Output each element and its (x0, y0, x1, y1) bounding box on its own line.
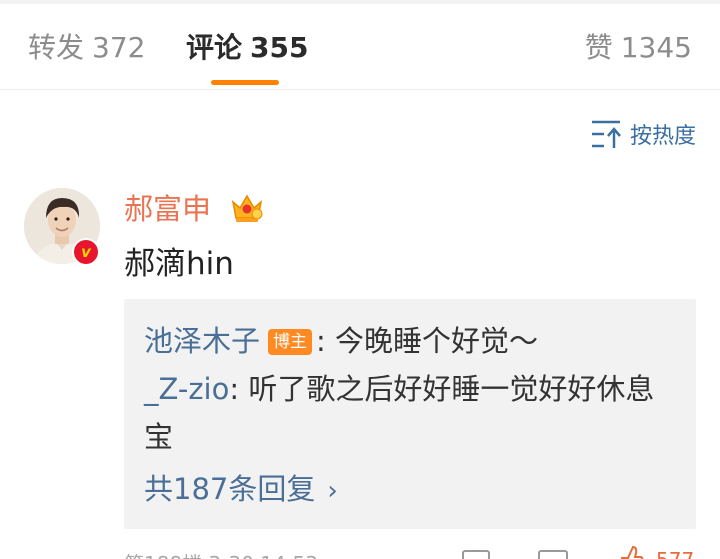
like-count: 577 (656, 548, 694, 559)
tab-repost[interactable]: 转发 372 (28, 30, 145, 66)
replies-box[interactable]: 池泽木子 博主: 今晚睡个好觉～ _Z-zio: 听了歌之后好好睡一觉好好休息宝 … (124, 299, 696, 529)
more-replies-link[interactable]: 共187条回复 › (144, 469, 676, 511)
comment-footer: 第188楼 3-30 14:53 577 (0, 540, 720, 559)
comment-username[interactable]: 郝富申 (124, 190, 211, 228)
reply-text: 今晚睡个好觉～ (335, 324, 539, 358)
crown-icon (231, 194, 263, 222)
tab-comments-label: 评论 (186, 31, 243, 64)
reply-separator: : (229, 372, 249, 406)
verified-badge-letter: v (74, 240, 98, 264)
tab-comments[interactable]: 评论 355 (186, 30, 308, 66)
comment-text: 郝滴hin (124, 246, 234, 282)
reply-username[interactable]: 池泽木子 (144, 324, 260, 358)
more-replies-label: 共187条回复 (144, 472, 316, 506)
tab-likes-count: 1345 (620, 31, 692, 64)
reply-username[interactable]: _Z-zio (144, 372, 229, 406)
chevron-right-icon: › (327, 476, 338, 506)
reply-separator: : (316, 324, 336, 358)
sort-icon (591, 120, 621, 148)
sort-by-hot-button[interactable]: 按热度 (590, 118, 696, 150)
tab-likes-label: 赞 (584, 31, 613, 64)
like-icon[interactable] (618, 544, 644, 559)
reply-item: 池泽木子 博主: 今晚睡个好觉～ (144, 317, 676, 365)
floor-info: 第188楼 3-30 14:53 (124, 548, 318, 559)
tab-likes[interactable]: 赞 1345 (585, 30, 692, 66)
comment-icon[interactable] (538, 550, 568, 559)
sort-label: 按热度 (629, 124, 696, 149)
tab-comments-count: 355 (250, 31, 309, 64)
tab-repost-label: 转发 (28, 31, 85, 64)
share-icon[interactable] (462, 550, 490, 559)
verified-v-icon: v (72, 238, 100, 266)
reply-item: _Z-zio: 听了歌之后好好睡一觉好好休息宝 (144, 365, 676, 461)
host-badge: 博主 (268, 329, 313, 355)
tab-repost-count: 372 (92, 31, 146, 64)
active-tab-indicator (211, 80, 279, 85)
tab-bar: 转发 372 评论 355 赞 1345 (0, 4, 720, 90)
